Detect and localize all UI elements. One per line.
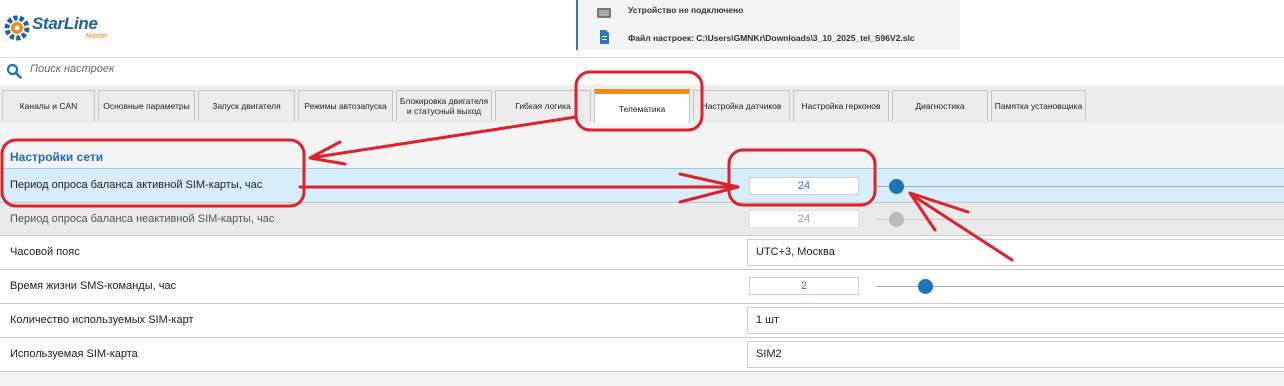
tab-basic-params[interactable]: Основные параметры <box>98 90 195 121</box>
search-icon[interactable] <box>6 63 22 79</box>
device-info-panel: Устройство не подключено Файл настроек: … <box>576 0 960 50</box>
timezone-select[interactable]: UTC+3, Москва <box>747 239 1284 266</box>
tab-installer-memo[interactable]: Памятка установщика <box>991 90 1086 121</box>
tab-channels-can[interactable]: Каналы и CAN <box>2 90 95 121</box>
setting-label: Используемая SIM-карта <box>10 348 138 360</box>
settings-content: Настройки сети Период опроса баланса акт… <box>0 123 1284 386</box>
logo-subtitle: Master <box>86 33 108 40</box>
tab-diagnostics[interactable]: Диагностика <box>892 90 988 121</box>
active-sim-balance-input[interactable]: 24 <box>749 177 859 195</box>
slider-track <box>876 219 1284 220</box>
search-input[interactable] <box>30 63 630 75</box>
slider-thumb[interactable] <box>917 279 933 294</box>
setting-row-sms-lifetime[interactable]: Время жизни SMS-команды, час 2 <box>0 270 1284 304</box>
setting-label: Период опроса баланса активной SIM-карты… <box>10 179 263 191</box>
setting-label: Часовой пояс <box>10 246 80 258</box>
setting-label: Количество используемых SIM-карт <box>10 314 194 326</box>
tab-telematics[interactable]: Телематика <box>594 89 690 123</box>
setting-row-sim-count[interactable]: Количество используемых SIM-карт 1 шт <box>0 304 1284 338</box>
slider-track[interactable] <box>876 286 1284 287</box>
setting-row-used-sim[interactable]: Используемая SIM-карта SIM2 <box>0 338 1284 372</box>
device-icon <box>597 8 611 18</box>
app-header: StarLine Master Устройство не подключено… <box>0 0 1284 56</box>
settings-tabs: Каналы и CAN Основные параметры Запуск д… <box>0 85 1284 124</box>
slider-thumb <box>889 212 905 227</box>
slider-track[interactable] <box>876 186 1284 187</box>
tab-flexible-logic[interactable]: Гибкая логика <box>495 90 591 121</box>
sms-lifetime-input[interactable]: 2 <box>749 277 859 295</box>
device-status-text: Устройство не подключено <box>628 5 744 15</box>
settings-file-path: Файл настроек: C:\Users\GMNKr\Downloads\… <box>628 33 915 43</box>
setting-row-timezone[interactable]: Часовой пояс UTC+3, Москва <box>0 236 1284 270</box>
setting-row-active-sim-balance[interactable]: Период опроса баланса активной SIM-карты… <box>0 168 1284 203</box>
section-title: Настройки сети <box>10 150 104 164</box>
setting-label: Время жизни SMS-команды, час <box>10 280 177 292</box>
gear-logo-icon <box>4 15 30 41</box>
tab-reed-switch-settings[interactable]: Настройка герконов <box>793 90 889 121</box>
tab-autostart-modes[interactable]: Режимы автозапуска <box>298 90 393 121</box>
tab-sensor-settings[interactable]: Настройка датчиков <box>693 90 790 121</box>
setting-row-inactive-sim-balance: Период опроса баланса неактивной SIM-кар… <box>0 203 1284 236</box>
used-sim-select[interactable]: SIM2 <box>747 341 1284 368</box>
slider-thumb[interactable] <box>889 179 905 194</box>
tab-engine-blocking[interactable]: Блокировка двигателя и статусный выход <box>396 90 492 121</box>
file-icon <box>600 30 609 44</box>
tab-engine-start[interactable]: Запуск двигателя <box>198 90 295 121</box>
setting-label: Период опроса баланса неактивной SIM-кар… <box>10 213 275 225</box>
logo-text: StarLine <box>32 14 98 33</box>
starline-logo: StarLine Master <box>0 8 110 48</box>
inactive-sim-balance-input: 24 <box>749 210 859 228</box>
sim-count-select[interactable]: 1 шт <box>747 307 1284 334</box>
search-bar <box>0 57 1284 86</box>
